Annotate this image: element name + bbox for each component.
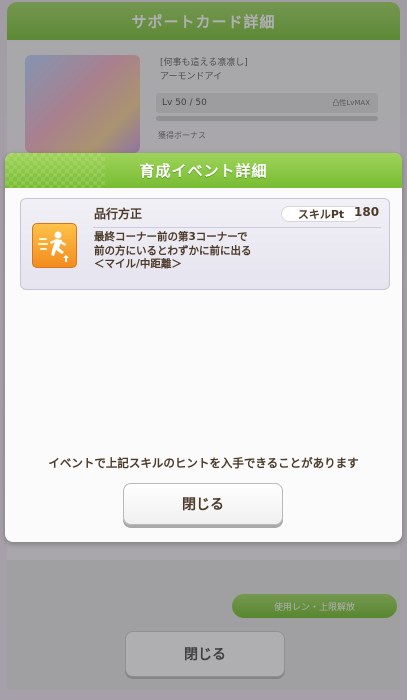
close-button-label: 閉じる	[182, 497, 224, 513]
dialog-title: 育成イベント詳細	[139, 162, 268, 180]
running-speed-up-icon	[32, 223, 77, 268]
skill-description-line: ＜マイル/中距離＞	[94, 258, 182, 270]
skill-card[interactable]: 品行方正 スキルPt 180 最終コーナー前の第3コーナーで 前の方にいるとわず…	[20, 198, 390, 290]
skill-name: 品行方正	[94, 207, 143, 221]
skill-description-line: 最終コーナー前の第3コーナーで	[94, 231, 248, 243]
skill-pt-value: 180	[354, 205, 380, 219]
skill-pt-badge: スキルPt	[281, 206, 361, 222]
skill-description: 最終コーナー前の第3コーナーで 前の方にいるとわずかに前に出る ＜マイル/中距離…	[94, 231, 252, 272]
dialog-note: イベントで上記スキルのヒントを入手できることがあります	[48, 456, 359, 470]
skill-divider	[93, 227, 381, 228]
skill-description-line: 前の方にいるとわずかに前に出る	[94, 244, 252, 257]
dialog-header: 育成イベント詳細	[5, 153, 402, 188]
event-detail-dialog: 育成イベント詳細 品行方正 スキルPt 180 最終コーナー前の第3コーナーで …	[5, 153, 402, 542]
close-button[interactable]: 閉じる	[123, 483, 283, 525]
skill-pt-label: スキルPt	[297, 208, 345, 221]
